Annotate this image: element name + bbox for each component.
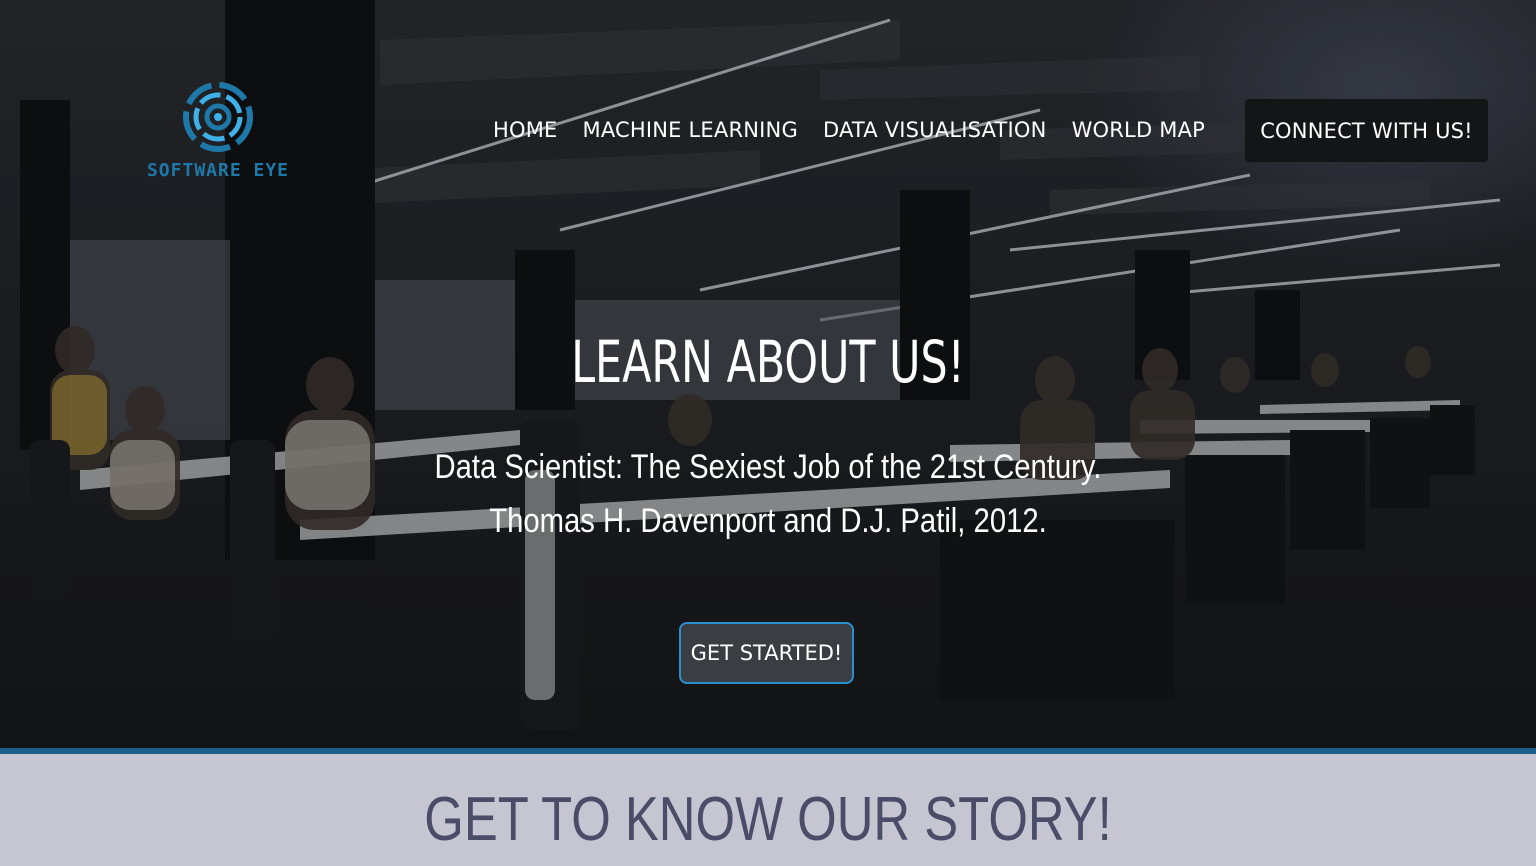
- nav-item-data-visualisation[interactable]: DATA VISUALISATION: [823, 118, 1047, 142]
- story-heading: GET TO KNOW OUR STORY!: [424, 785, 1112, 854]
- hero-section: SOFTWARE EYE HOME MACHINE LEARNING DATA …: [0, 0, 1536, 748]
- software-eye-logo[interactable]: SOFTWARE EYE: [138, 80, 298, 184]
- nav-item-home[interactable]: HOME: [493, 118, 558, 142]
- hero-quote-line: Data Scientist: The Sexiest Job of the 2…: [434, 448, 1102, 486]
- nav-item-machine-learning[interactable]: MACHINE LEARNING: [583, 118, 798, 142]
- connect-with-us-button[interactable]: CONNECT WITH US!: [1245, 99, 1488, 162]
- logo-text: SOFTWARE EYE: [146, 160, 290, 181]
- eye-logo-icon: [183, 82, 253, 152]
- nav-item-world-map[interactable]: WORLD MAP: [1072, 118, 1205, 142]
- hero-quote-attribution: Thomas H. Davenport and D.J. Patil, 2012…: [489, 502, 1047, 540]
- get-started-button[interactable]: GET STARTED!: [679, 622, 854, 684]
- main-navigation: HOME MACHINE LEARNING DATA VISUALISATION…: [493, 116, 1230, 144]
- hero-title: LEARN ABOUT US!: [571, 328, 965, 396]
